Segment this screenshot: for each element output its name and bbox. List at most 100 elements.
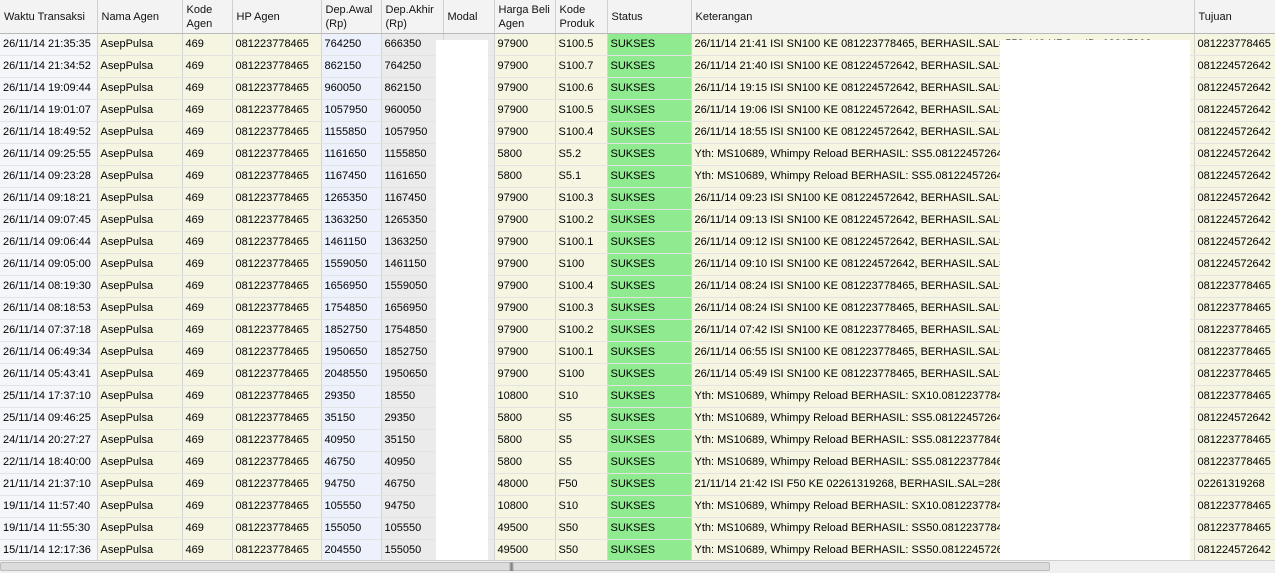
cell-awal: 46750 — [321, 451, 382, 474]
cell-kode: 469 — [182, 297, 233, 320]
column-header-nama[interactable]: Nama Agen — [97, 0, 183, 34]
cell-kodep: S5 — [555, 407, 608, 430]
column-header-kode[interactable]: Kode Agen — [182, 0, 233, 34]
cell-waktu: 25/11/14 17:37:10 — [0, 385, 98, 408]
cell-harga: 48000 — [494, 473, 556, 496]
cell-akhir: 1852750 — [381, 341, 444, 364]
cell-waktu: 26/11/14 18:49:52 — [0, 121, 98, 144]
cell-tujuan: 081223778465 — [1194, 363, 1275, 386]
redaction-mask-modal — [436, 40, 488, 560]
cell-awal: 1155850 — [321, 121, 382, 144]
cell-nama: AsepPulsa — [97, 187, 183, 210]
cell-tujuan: 081223778465 — [1194, 297, 1275, 320]
column-header-waktu[interactable]: Waktu Transaksi — [0, 0, 98, 34]
cell-status: SUKSES — [607, 209, 692, 232]
cell-nama: AsepPulsa — [97, 143, 183, 166]
cell-akhir: 29350 — [381, 407, 444, 430]
cell-kodep: S10 — [555, 385, 608, 408]
cell-tujuan: 081223778465 — [1194, 275, 1275, 298]
cell-waktu: 26/11/14 08:19:30 — [0, 275, 98, 298]
cell-awal: 960050 — [321, 77, 382, 100]
cell-status: SUKSES — [607, 33, 692, 56]
cell-nama: AsepPulsa — [97, 55, 183, 78]
cell-awal: 204550 — [321, 539, 382, 560]
cell-waktu: 26/11/14 21:34:52 — [0, 55, 98, 78]
cell-kode: 469 — [182, 495, 233, 518]
cell-status: SUKSES — [607, 143, 692, 166]
column-header-kodep[interactable]: Kode Produk — [555, 0, 608, 34]
cell-waktu: 26/11/14 19:01:07 — [0, 99, 98, 122]
cell-nama: AsepPulsa — [97, 407, 183, 430]
cell-hp: 081223778465 — [232, 33, 322, 56]
cell-hp: 081223778465 — [232, 165, 322, 188]
column-header-awal[interactable]: Dep.Awal (Rp) — [321, 0, 382, 34]
cell-kode: 469 — [182, 253, 233, 276]
cell-kodep: S5 — [555, 451, 608, 474]
cell-harga: 97900 — [494, 121, 556, 144]
cell-hp: 081223778465 — [232, 55, 322, 78]
cell-tujuan: 081223778465 — [1194, 319, 1275, 342]
cell-harga: 97900 — [494, 33, 556, 56]
cell-kodep: S100.7 — [555, 55, 608, 78]
cell-waktu: 26/11/14 07:37:18 — [0, 319, 98, 342]
horizontal-scrollbar[interactable]: ||| — [0, 560, 1275, 573]
cell-awal: 1852750 — [321, 319, 382, 342]
cell-harga: 97900 — [494, 253, 556, 276]
cell-kodep: S100.1 — [555, 231, 608, 254]
cell-tujuan: 081223778465 — [1194, 451, 1275, 474]
column-header-status[interactable]: Status — [607, 0, 692, 34]
cell-akhir: 1656950 — [381, 297, 444, 320]
cell-tujuan: 081224572642 — [1194, 99, 1275, 122]
cell-waktu: 26/11/14 08:18:53 — [0, 297, 98, 320]
cell-status: SUKSES — [607, 165, 692, 188]
cell-kodep: S100.1 — [555, 341, 608, 364]
column-header-hp[interactable]: HP Agen — [232, 0, 322, 34]
cell-kodep: S100 — [555, 253, 608, 276]
cell-nama: AsepPulsa — [97, 253, 183, 276]
cell-nama: AsepPulsa — [97, 451, 183, 474]
cell-status: SUKSES — [607, 341, 692, 364]
cell-kode: 469 — [182, 99, 233, 122]
column-header-ket[interactable]: Keterangan — [691, 0, 1195, 34]
cell-akhir: 1057950 — [381, 121, 444, 144]
cell-status: SUKSES — [607, 407, 692, 430]
column-header-akhir[interactable]: Dep.Akhir (Rp) — [381, 0, 444, 34]
cell-tujuan: 081224572642 — [1194, 231, 1275, 254]
cell-akhir: 1754850 — [381, 319, 444, 342]
cell-awal: 1057950 — [321, 99, 382, 122]
cell-nama: AsepPulsa — [97, 121, 183, 144]
header-row: Waktu Transaksi Nama Agen Kode Agen HP Agen… — [0, 0, 1275, 34]
cell-nama: AsepPulsa — [97, 473, 183, 496]
cell-kode: 469 — [182, 55, 233, 78]
cell-tujuan: 081224572642 — [1194, 407, 1275, 430]
transaction-grid[interactable]: Waktu Transaksi Nama Agen Kode Agen HP Agen… — [0, 0, 1275, 560]
cell-tujuan: 02261319268 — [1194, 473, 1275, 496]
cell-kodep: S100.3 — [555, 187, 608, 210]
column-header-tujuan[interactable]: Tujuan — [1194, 0, 1275, 34]
scrollbar-thumb[interactable]: ||| — [0, 561, 1050, 571]
cell-hp: 081223778465 — [232, 209, 322, 232]
cell-nama: AsepPulsa — [97, 275, 183, 298]
cell-awal: 1461150 — [321, 231, 382, 254]
cell-nama: AsepPulsa — [97, 77, 183, 100]
cell-akhir: 1363250 — [381, 231, 444, 254]
cell-harga: 5800 — [494, 451, 556, 474]
cell-kodep: S10 — [555, 495, 608, 518]
cell-waktu: 26/11/14 09:05:00 — [0, 253, 98, 276]
cell-kodep: S100.4 — [555, 275, 608, 298]
cell-hp: 081223778465 — [232, 77, 322, 100]
column-header-harga[interactable]: Harga Beli Agen — [494, 0, 556, 34]
cell-waktu: 26/11/14 21:35:35 — [0, 33, 98, 56]
column-header-modal[interactable]: Modal — [443, 0, 495, 34]
cell-awal: 105550 — [321, 495, 382, 518]
cell-kode: 469 — [182, 143, 233, 166]
cell-hp: 081223778465 — [232, 473, 322, 496]
cell-kode: 469 — [182, 187, 233, 210]
cell-akhir: 94750 — [381, 495, 444, 518]
cell-akhir: 764250 — [381, 55, 444, 78]
cell-awal: 94750 — [321, 473, 382, 496]
cell-tujuan: 081223778465 — [1194, 33, 1275, 56]
cell-hp: 081223778465 — [232, 187, 322, 210]
cell-waktu: 22/11/14 18:40:00 — [0, 451, 98, 474]
cell-hp: 081223778465 — [232, 275, 322, 298]
